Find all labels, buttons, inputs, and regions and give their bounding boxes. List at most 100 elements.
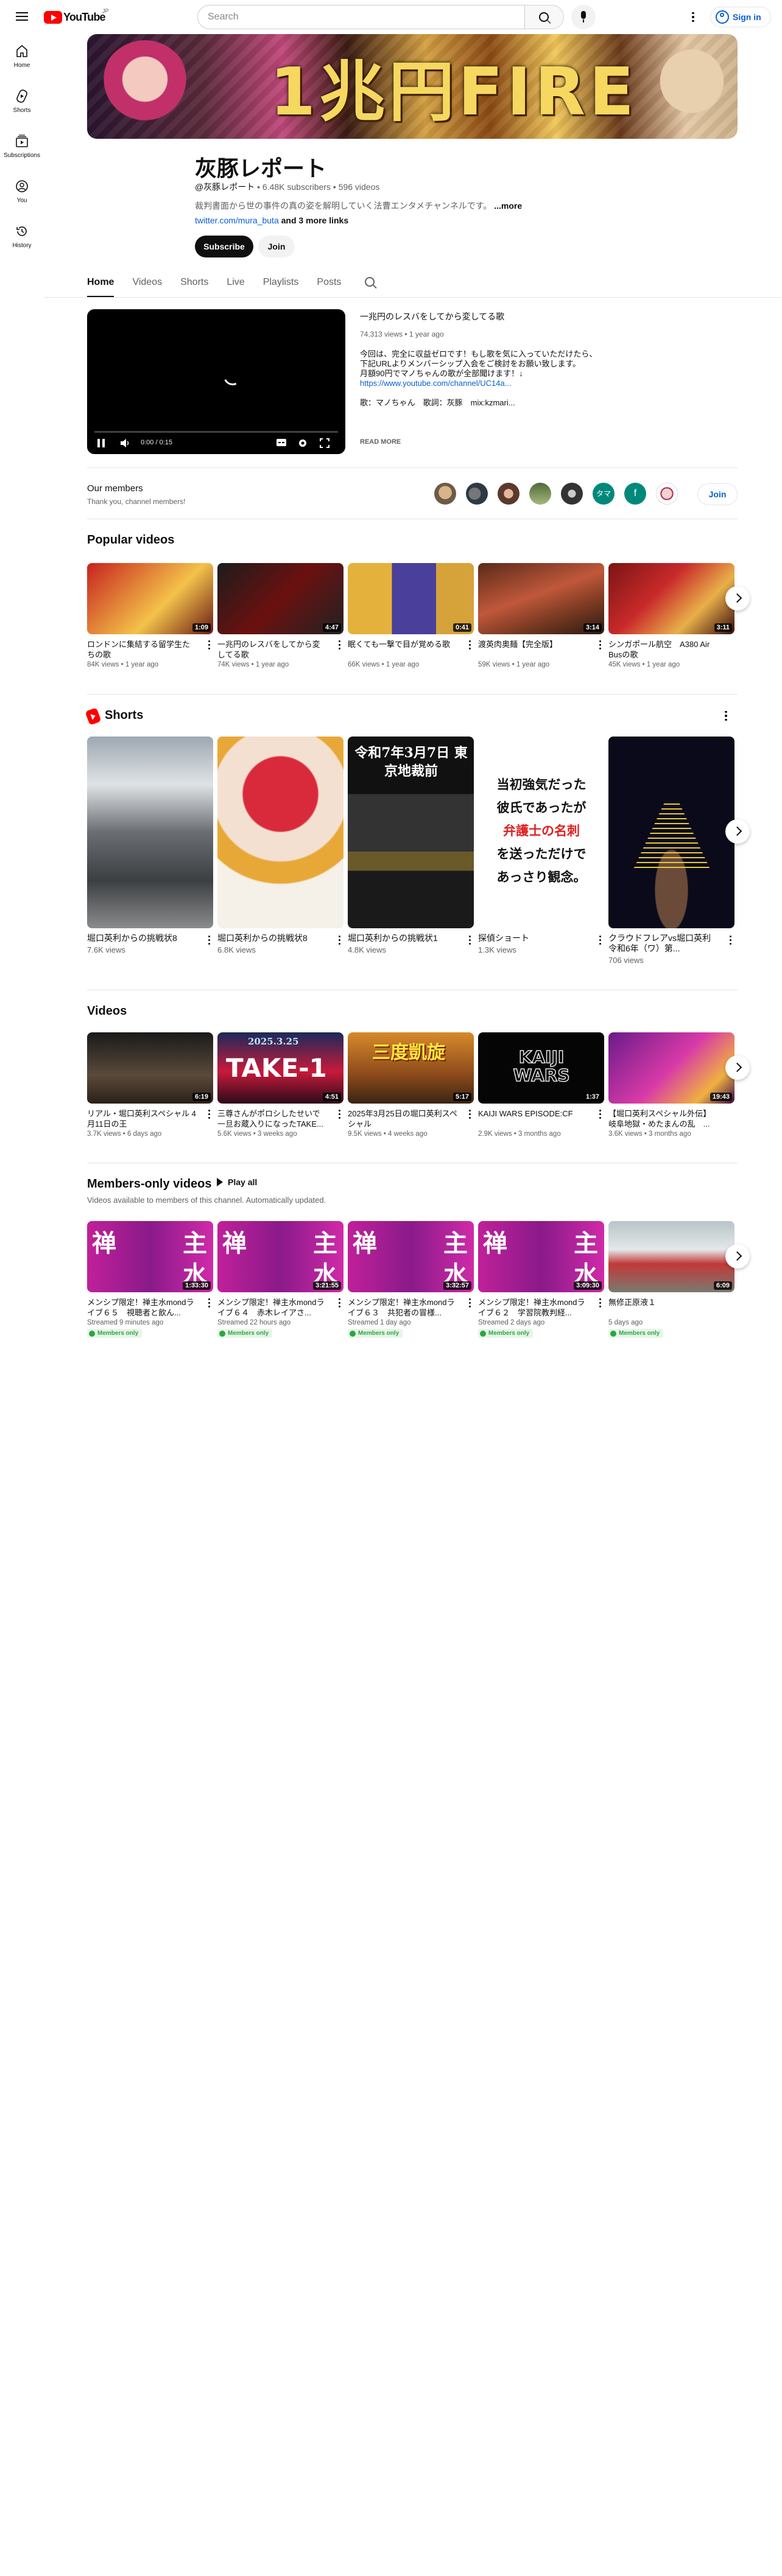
video-menu-icon[interactable] xyxy=(203,1107,214,1121)
video-thumbnail[interactable]: 禅 主 水 3:32:57 xyxy=(348,1221,474,1292)
video-title[interactable]: メンシプ限定！禅主水mondライブ６５ 視聴者と飲ん... xyxy=(87,1297,197,1318)
shelf-next-button[interactable] xyxy=(725,586,750,611)
video-card[interactable]: 6:19 リアル・堀口英利スペシャル 4月11日の王 3.7K views • … xyxy=(87,1032,213,1138)
video-menu-icon[interactable] xyxy=(334,1296,345,1309)
video-title[interactable]: メンシプ限定！禅主水mondライブ６２ 学習院教判経... xyxy=(478,1297,588,1318)
video-menu-icon[interactable] xyxy=(203,1296,214,1309)
sign-in-button[interactable]: Sign in xyxy=(710,7,771,27)
youtube-logo[interactable]: YouTube JP xyxy=(44,8,109,24)
video-menu-icon[interactable] xyxy=(334,1107,345,1121)
short-menu-icon[interactable] xyxy=(594,933,605,947)
guide-you[interactable]: You xyxy=(2,169,41,214)
tab-live[interactable]: Live xyxy=(227,268,244,297)
guide-shorts[interactable]: Shorts xyxy=(2,79,41,124)
featured-video-title[interactable]: 一兆円のレスバをしてから変してる歌 xyxy=(360,310,677,323)
video-title[interactable]: 無修正原液１ xyxy=(608,1297,718,1318)
video-title[interactable]: メンシプ限定！禅主水mondライブ６３ 共犯者の冒様... xyxy=(348,1297,457,1318)
pause-icon[interactable] xyxy=(97,438,105,449)
video-title[interactable]: 2025年3月25日の堀口英利スペシャル xyxy=(348,1108,457,1129)
shelf-next-button[interactable] xyxy=(725,1244,750,1269)
short-title[interactable]: 探偵ショート xyxy=(478,933,588,943)
settings-gear-icon[interactable] xyxy=(298,438,308,449)
short-thumbnail[interactable]: 令和7年3月7日 東京地裁前 xyxy=(348,737,474,928)
video-card[interactable]: KAIJI WARS 1:37 KAIJI WARS EPISODE:CF 2.… xyxy=(478,1032,604,1138)
tab-videos[interactable]: Videos xyxy=(132,268,162,297)
members-video-card[interactable]: 禅 主 水 3:09:30 メンシプ限定！禅主水mondライブ６２ 学習院教判経… xyxy=(478,1221,604,1340)
video-title[interactable]: KAIJI WARS EPISODE:CF xyxy=(478,1108,588,1129)
video-menu-icon[interactable] xyxy=(594,1107,605,1121)
short-thumbnail[interactable] xyxy=(87,737,213,928)
short-menu-icon[interactable] xyxy=(725,933,736,947)
short-title[interactable]: 堀口英利からの挑戦状1 xyxy=(348,933,457,943)
member-avatar[interactable] xyxy=(561,483,583,505)
video-menu-icon[interactable] xyxy=(334,638,345,651)
video-thumbnail[interactable]: 6:09 xyxy=(608,1221,734,1292)
member-avatar[interactable] xyxy=(498,483,520,505)
player-progress-bar[interactable] xyxy=(94,431,338,433)
short-thumbnail[interactable] xyxy=(608,737,734,928)
channel-description[interactable]: 裁判書面から世の事件の真の姿を解明していく法曹エンタメチャンネルです。 ...m… xyxy=(195,200,522,212)
video-menu-icon[interactable] xyxy=(464,1107,475,1121)
video-card[interactable]: 三度凱旋 5:17 2025年3月25日の堀口英利スペシャル 9.5K view… xyxy=(348,1032,474,1138)
video-thumbnail[interactable]: 0:41 xyxy=(348,563,474,634)
voice-search-button[interactable] xyxy=(571,5,596,29)
channel-search-icon[interactable] xyxy=(363,275,378,290)
shorts-menu-icon[interactable] xyxy=(719,709,733,723)
short-menu-icon[interactable] xyxy=(203,933,214,947)
short-title[interactable]: クラウドフレアvs堀口英利令和6年（ワ）第... xyxy=(608,933,718,954)
settings-more-icon[interactable] xyxy=(686,10,700,24)
short-menu-icon[interactable] xyxy=(334,933,345,947)
video-title[interactable]: シンガポール航空 A380 Air Busの歌 xyxy=(608,639,718,660)
popular-video-card[interactable]: 1:09 ロンドンに集結する留学生たちの歌 84K views • 1 year… xyxy=(87,563,213,668)
members-video-card[interactable]: 6:09 無修正原液１ 5 days ago Members only xyxy=(608,1221,734,1340)
video-title[interactable]: 眠くても一撃で目が覚める歌 xyxy=(348,639,457,660)
video-thumbnail[interactable]: 6:19 xyxy=(87,1032,213,1104)
short-title[interactable]: 堀口英利からの挑戦状8 xyxy=(87,933,197,943)
members-video-card[interactable]: 禅 主 水 3:32:57 メンシプ限定！禅主水mondライブ６３ 共犯者の冒様… xyxy=(348,1221,474,1340)
short-card[interactable]: クラウドフレアvs堀口英利令和6年（ワ）第... 706 views xyxy=(608,737,734,965)
member-avatar[interactable] xyxy=(656,483,678,505)
video-thumbnail[interactable]: 4:47 xyxy=(217,563,343,634)
guide-subscriptions[interactable]: Subscriptions xyxy=(2,124,41,169)
description-more-link[interactable]: ...more xyxy=(494,201,522,211)
members-video-card[interactable]: 禅 主 水 3:21:55 メンシプ限定！禅主水mondライブ６４ 赤木レイアさ… xyxy=(217,1221,343,1340)
video-card[interactable]: 19:43 【堀口英利スペシャル外伝】岐阜地獄・めたまんの乱 ... 3.6K … xyxy=(608,1032,734,1138)
read-more-link[interactable]: READ MORE xyxy=(360,438,401,446)
video-thumbnail[interactable]: 禅 主 水 1:33:30 xyxy=(87,1221,213,1292)
video-thumbnail[interactable]: KAIJI WARS 1:37 xyxy=(478,1032,604,1104)
video-menu-icon[interactable] xyxy=(594,638,605,651)
tab-playlists[interactable]: Playlists xyxy=(263,268,299,297)
tab-posts[interactable]: Posts xyxy=(317,268,341,297)
fullscreen-icon[interactable] xyxy=(320,438,329,449)
video-menu-icon[interactable] xyxy=(464,1296,475,1309)
guide-history[interactable]: History xyxy=(2,214,41,259)
video-title[interactable]: 【堀口英利スペシャル外伝】岐阜地獄・めたまんの乱 ... xyxy=(608,1108,718,1129)
channel-link-twitter[interactable]: twitter.com/mura_buta xyxy=(195,215,279,225)
search-input[interactable]: Search xyxy=(197,5,525,29)
tab-shorts[interactable]: Shorts xyxy=(180,268,208,297)
video-thumbnail[interactable]: 禅 主 水 3:09:30 xyxy=(478,1221,604,1292)
short-card[interactable]: 当初強気だった 彼氏であったが 弁護士の名刺 を送っただけで あっさり観念。 探… xyxy=(478,737,604,954)
video-menu-icon[interactable] xyxy=(594,1296,605,1309)
shelf-next-button[interactable] xyxy=(725,1055,750,1080)
video-thumbnail[interactable]: 3:11 xyxy=(608,563,734,634)
member-avatar[interactable] xyxy=(466,483,488,505)
popular-video-card[interactable]: 0:41 眠くても一撃で目が覚める歌 66K views • 1 year ag… xyxy=(348,563,474,668)
members-join-button[interactable]: Join xyxy=(697,483,738,505)
search-button[interactable] xyxy=(525,5,564,29)
menu-icon[interactable] xyxy=(15,10,29,24)
member-avatar[interactable]: タマ xyxy=(593,483,615,505)
member-avatar[interactable] xyxy=(434,483,456,505)
popular-video-card[interactable]: 3:14 渡英肉奥麺【完全版】 59K views • 1 year ago xyxy=(478,563,604,668)
featured-video-player[interactable]: 0:00 / 0:15 xyxy=(87,309,345,454)
subtitles-icon[interactable] xyxy=(276,438,287,449)
video-title[interactable]: 一兆円のレスバをしてから変してる歌 xyxy=(217,639,327,660)
video-thumbnail[interactable]: 2025.3.25 TAKE-1 4:51 xyxy=(217,1032,343,1104)
members-video-card[interactable]: 禅 主 水 1:33:30 メンシプ限定！禅主水mondライブ６５ 視聴者と飲ん… xyxy=(87,1221,213,1340)
description-membership-link[interactable]: https://www.youtube.com/channel/UC14a... xyxy=(360,379,604,388)
video-card[interactable]: 2025.3.25 TAKE-1 4:51 三尊さんがポロシしたせいで一旦お蔵入… xyxy=(217,1032,343,1138)
guide-home[interactable]: Home xyxy=(2,34,41,79)
video-title[interactable]: リアル・堀口英利スペシャル 4月11日の王 xyxy=(87,1108,197,1129)
popular-video-card[interactable]: 3:11 シンガポール航空 A380 Air Busの歌 45K views •… xyxy=(608,563,734,668)
video-title[interactable]: 三尊さんがポロシしたせいで一旦お蔵入りになったTAKE... xyxy=(217,1108,327,1129)
